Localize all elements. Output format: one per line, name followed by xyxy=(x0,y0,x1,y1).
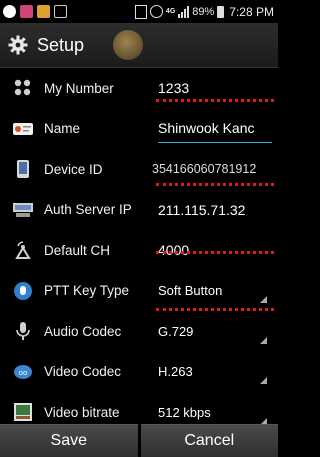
server-icon xyxy=(12,199,34,221)
setting-label: Auth Server IP xyxy=(44,202,132,218)
setting-label: Default CH xyxy=(44,242,111,258)
app-logo-icon xyxy=(113,30,143,60)
settings-list: My Number 1233 Name Shinwook Kanc Device… xyxy=(0,68,278,433)
setting-row-name[interactable]: Name Shinwook Kanc xyxy=(0,109,278,150)
setting-row-audio-codec[interactable]: Audio Codec G.729 xyxy=(0,311,278,352)
app-notification-icon xyxy=(3,5,16,18)
setting-row-auth-server-ip[interactable]: Auth Server IP 211.115.71.32 xyxy=(0,190,278,231)
setting-label: Name xyxy=(44,121,81,137)
setting-row-ptt-key-type[interactable]: PTT Key Type Soft Button xyxy=(0,271,278,312)
setting-label: Device ID xyxy=(44,161,103,177)
setting-label: Audio Codec xyxy=(44,323,122,339)
select-value: Soft Button xyxy=(158,283,223,299)
setting-label: Video bitrate xyxy=(44,404,120,420)
ptt-key-type-select[interactable]: Soft Button xyxy=(158,271,272,312)
annotation-underline xyxy=(156,183,274,186)
name-card-icon xyxy=(12,118,34,140)
annotation-underline xyxy=(156,99,274,102)
video-codec-icon: oo xyxy=(12,361,34,383)
media-notification-icon xyxy=(20,5,33,18)
select-value: 512 kbps xyxy=(158,404,211,420)
dropdown-triangle-icon xyxy=(260,296,267,303)
vibrate-icon xyxy=(134,4,147,19)
clock-time: 7:28 PM xyxy=(229,4,274,19)
video-bitrate-icon xyxy=(12,401,34,423)
bottom-button-bar: Save Cancel xyxy=(0,424,278,457)
name-input[interactable]: Shinwook Kanc xyxy=(158,115,272,143)
device-icon xyxy=(12,158,34,180)
video-codec-select[interactable]: H.263 xyxy=(158,352,272,393)
setting-row-video-codec[interactable]: oo Video Codec H.263 xyxy=(0,352,278,393)
battery-percent: 89% xyxy=(192,5,215,18)
select-value: H.263 xyxy=(158,364,193,380)
phone-number-icon xyxy=(12,77,34,99)
dropdown-triangle-icon xyxy=(260,377,267,384)
status-bar: 4G 89% 7:28 PM xyxy=(0,0,278,23)
setting-label: My Number xyxy=(44,80,114,96)
battery-icon xyxy=(217,5,225,18)
title-bar: Setup xyxy=(0,23,278,68)
auth-server-ip-input[interactable]: 211.115.71.32 xyxy=(158,190,272,231)
ptt-button-icon xyxy=(12,280,34,302)
save-button[interactable]: Save xyxy=(0,424,138,457)
signal-icon xyxy=(178,5,190,18)
cancel-button[interactable]: Cancel xyxy=(140,424,278,457)
alarm-icon xyxy=(149,5,163,18)
svg-text:oo: oo xyxy=(19,369,28,377)
audio-codec-select[interactable]: G.729 xyxy=(158,311,272,352)
setting-label: Video Codec xyxy=(44,364,122,380)
antenna-icon xyxy=(12,239,34,261)
dropdown-triangle-icon xyxy=(260,336,267,344)
game-notification-icon xyxy=(37,5,50,18)
network-type-badge: 4G xyxy=(165,8,176,15)
page-title: Setup xyxy=(37,34,85,55)
my-number-input[interactable]: 1233 xyxy=(158,68,272,109)
gear-icon xyxy=(7,34,29,56)
notification-icons xyxy=(0,5,67,18)
microphone-icon xyxy=(12,320,34,342)
setting-row-my-number[interactable]: My Number 1233 xyxy=(0,68,278,109)
annotation-underline xyxy=(156,251,274,254)
bag-notification-icon xyxy=(54,5,67,18)
setting-label: PTT Key Type xyxy=(44,283,130,299)
select-value: G.729 xyxy=(158,323,194,339)
